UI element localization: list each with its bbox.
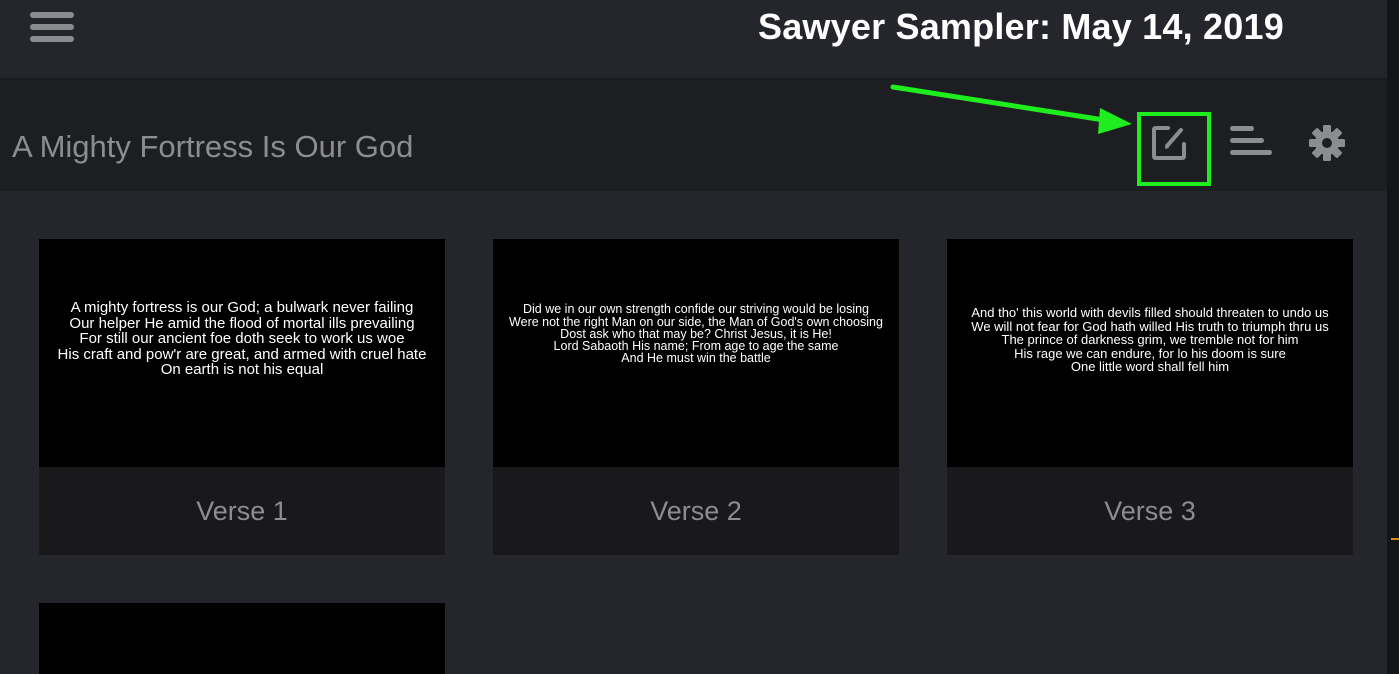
song-title: A Mighty Fortress Is Our God bbox=[12, 129, 414, 164]
lyric-line: On earth is not his equal bbox=[160, 361, 324, 379]
lyric-line: His rage we can endure, for lo his doom … bbox=[1014, 345, 1286, 361]
slide-preview: A mighty fortress is our God; a bulwark … bbox=[39, 239, 445, 467]
slide-lyrics: And tho' this world with devils filled s… bbox=[952, 306, 1348, 374]
scrollbar[interactable] bbox=[1387, 0, 1399, 674]
top-bar: Sawyer Sampler: May 14, 2019 bbox=[0, 0, 1399, 79]
edit-highlight-box bbox=[1137, 112, 1211, 186]
lyric-line: One little word shall fell him bbox=[1070, 359, 1230, 375]
menu-line bbox=[30, 12, 74, 18]
lyric-line: Did we in our own strength confide our s… bbox=[522, 302, 870, 317]
arrange-button[interactable] bbox=[1228, 123, 1278, 173]
slide-grid: A mighty fortress is our God; a bulwark … bbox=[0, 191, 1387, 674]
lyric-line: A mighty fortress is our God; a bulwark … bbox=[70, 299, 414, 317]
lyric-line: The prince of darkness grim, we tremble … bbox=[1001, 332, 1299, 348]
slide-card[interactable]: Did we in our own strength confide our s… bbox=[493, 239, 899, 555]
slide-lyrics: Did we in our own strength confide our s… bbox=[498, 302, 894, 366]
song-toolbar: A Mighty Fortress Is Our God bbox=[0, 79, 1387, 191]
gear-icon bbox=[1309, 125, 1345, 161]
lyric-line: Were not the right Man on our side, the … bbox=[509, 314, 883, 329]
slide-label: Verse 3 bbox=[1104, 495, 1196, 526]
slide-preview bbox=[39, 603, 445, 674]
settings-button[interactable] bbox=[1307, 123, 1357, 173]
lyric-line: His craft and pow'r are great, and armed… bbox=[57, 345, 427, 363]
lyric-line: For still our ancient foe doth seek to w… bbox=[79, 330, 405, 348]
arrange-icon bbox=[1230, 126, 1272, 155]
lyric-line: And tho' this world with devils filled s… bbox=[971, 305, 1329, 321]
slide-card[interactable] bbox=[39, 603, 445, 674]
hamburger-menu-icon[interactable] bbox=[30, 10, 76, 44]
slide-lyrics: A mighty fortress is our God; a bulwark … bbox=[44, 300, 440, 378]
overlay-title: Sawyer Sampler: May 14, 2019 bbox=[758, 6, 1284, 47]
scroll-position-marker bbox=[1391, 538, 1399, 540]
lyric-line: Our helper He amid the flood of mortal i… bbox=[69, 314, 415, 332]
slide-label: Verse 2 bbox=[650, 495, 742, 526]
lyric-line: And He must win the battle bbox=[621, 351, 771, 366]
slide-label: Verse 1 bbox=[196, 495, 288, 526]
slide-card[interactable]: A mighty fortress is our God; a bulwark … bbox=[39, 239, 445, 555]
slide-preview: And tho' this world with devils filled s… bbox=[947, 239, 1353, 467]
menu-line bbox=[30, 24, 74, 30]
presentation-app: Sawyer Sampler: May 14, 2019 A Mighty Fo… bbox=[0, 0, 1399, 674]
slide-preview: Did we in our own strength confide our s… bbox=[493, 239, 899, 467]
lyric-line: We will not fear for God hath willed His… bbox=[971, 318, 1329, 334]
menu-line bbox=[30, 36, 74, 42]
slide-card[interactable]: And tho' this world with devils filled s… bbox=[947, 239, 1353, 555]
